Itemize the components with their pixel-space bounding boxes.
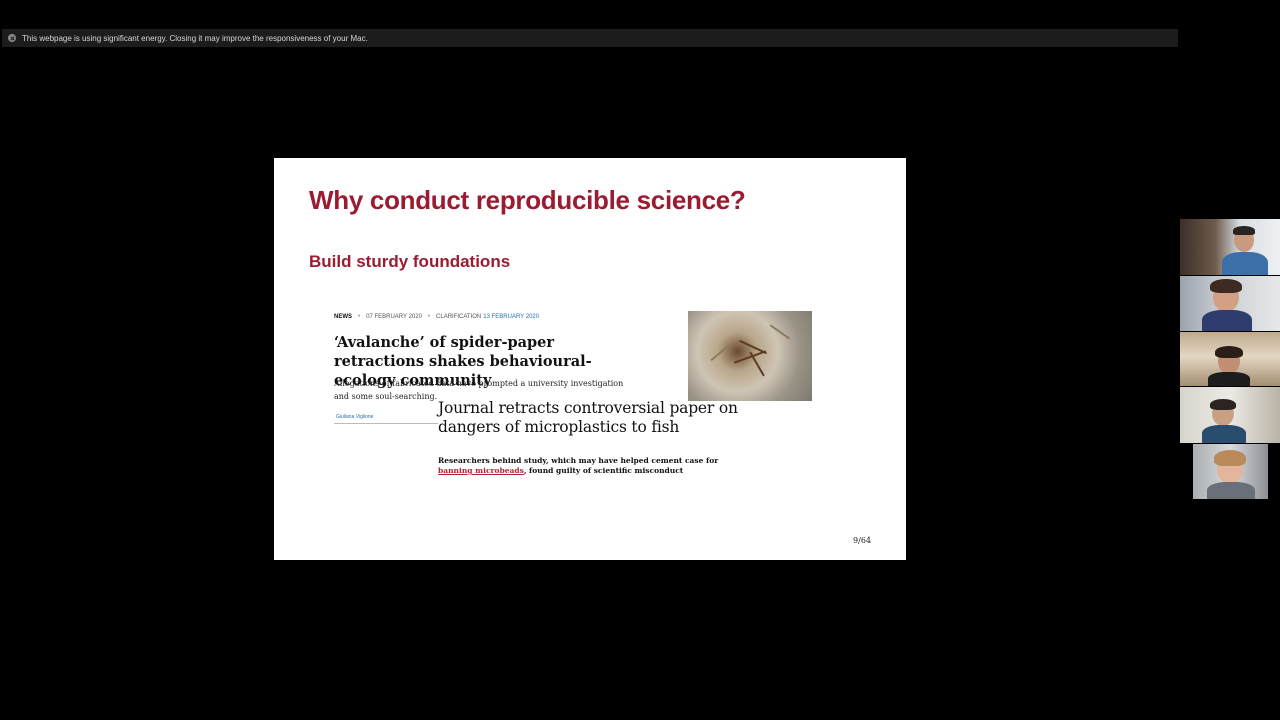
- clarification-date: 13 FEBRUARY 2020: [483, 314, 540, 320]
- separator-dot: •: [427, 314, 431, 320]
- separator-dot: •: [358, 314, 361, 320]
- news-date: 07 FEBRUARY 2020: [366, 314, 422, 320]
- close-icon[interactable]: [8, 34, 16, 42]
- presentation-slide: Why conduct reproducible science? Build …: [274, 158, 906, 560]
- standfirst-text-end: , found guilty of scientific misconduct: [523, 466, 684, 475]
- slide-title: Why conduct reproducible science?: [309, 185, 746, 215]
- news-tag: NEWS: [334, 314, 352, 320]
- clarification-label: CLARIFICATION: [436, 314, 482, 320]
- energy-warning-banner: This webpage is using significant energy…: [2, 29, 1178, 47]
- author-link: Giuliana Viglione: [336, 414, 374, 420]
- standfirst-text: Researchers behind study, which may have…: [438, 456, 719, 465]
- participant-video-tile[interactable]: [1193, 444, 1268, 499]
- microplastics-standfirst: Researchers behind study, which may have…: [438, 456, 758, 476]
- microplastics-headline: Journal retracts controversial paper on …: [438, 399, 738, 436]
- participant-video-tile[interactable]: [1180, 332, 1280, 386]
- slide-subtitle: Build sturdy foundations: [309, 252, 511, 271]
- participant-video-tile[interactable]: [1180, 276, 1280, 331]
- spider-photo: [688, 311, 812, 401]
- microbeads-link: banning microbeads: [438, 466, 524, 475]
- divider: [334, 423, 438, 424]
- participant-video-tile[interactable]: [1180, 219, 1280, 275]
- news-meta: NEWS • 07 FEBRUARY 2020 • CLARIFICATION …: [334, 314, 539, 320]
- energy-warning-text: This webpage is using significant energy…: [22, 33, 368, 43]
- participant-video-tile[interactable]: [1180, 387, 1280, 443]
- slide-page-number: 9/64: [853, 536, 871, 545]
